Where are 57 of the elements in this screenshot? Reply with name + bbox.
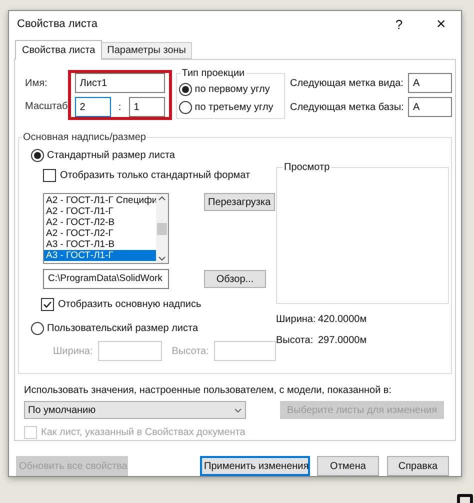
name-label: Имя: xyxy=(25,77,48,91)
window-title: Свойства листа xyxy=(17,17,98,32)
group-title: Тип проекции xyxy=(180,66,246,81)
list-item[interactable]: A2 - ГОСТ-Л2-Г xyxy=(44,228,156,239)
checkbox-label: Отобразить основную надпись xyxy=(58,298,202,312)
model-select[interactable]: По умолчанию xyxy=(24,401,246,419)
help-button[interactable]: ? xyxy=(389,14,409,34)
dialog-button[interactable]: Применить изменения xyxy=(200,456,310,476)
width-field[interactable] xyxy=(98,341,162,361)
chevron-down-icon xyxy=(234,408,242,412)
checkbox-label: Как лист, указанный в Свойствах документа xyxy=(41,426,246,440)
radio-label: Стандартный размер листа xyxy=(47,149,175,163)
dialog-button[interactable]: Отмена xyxy=(317,456,379,476)
list-item[interactable]: A3 - ГОСТ-Л1-В xyxy=(44,239,156,250)
tab[interactable]: Свойства листа xyxy=(15,40,102,60)
label-field[interactable]: A xyxy=(408,73,452,93)
checkbox[interactable] xyxy=(41,298,54,311)
reading-label: Высота: xyxy=(276,334,314,348)
height-label: Высота: xyxy=(172,344,209,358)
name-field[interactable]: Лист1 xyxy=(74,73,165,93)
reading-value: 420.0000м xyxy=(318,313,367,327)
checkbox-label: Отобразить только стандартный формат xyxy=(60,169,250,183)
scale-label: Масштаб xyxy=(25,100,68,114)
height-field[interactable] xyxy=(214,341,276,361)
checkbox[interactable] xyxy=(43,169,56,182)
use-values-label: Использовать значения, настроенные пользователем, с модели, показанной в: xyxy=(23,384,393,398)
scale-field[interactable]: 1 xyxy=(128,97,165,117)
list-item[interactable]: A3 - ГОСТ-Л1-Г xyxy=(44,250,156,261)
label-field[interactable]: A xyxy=(408,97,452,117)
radio-label: по третьему углу xyxy=(194,101,274,115)
scrollbar[interactable] xyxy=(156,194,168,263)
ratio-separator: : xyxy=(117,100,122,114)
group-title: Просмотр xyxy=(283,160,331,175)
scroll-thumb[interactable] xyxy=(157,222,167,234)
radio-label: Пользовательский размер листа xyxy=(47,322,198,336)
scroll-down-icon[interactable] xyxy=(158,256,166,261)
path-field[interactable]: C:\ProgramData\SolidWork xyxy=(43,269,169,289)
width-label: Ширина: xyxy=(53,344,93,358)
radio-label: по первому углу xyxy=(194,83,270,97)
reading-value: 297.0000м xyxy=(318,334,367,348)
field-label: Следующая метка вида: xyxy=(290,76,404,90)
close-button[interactable]: × xyxy=(431,12,451,36)
reload-button[interactable]: Перезагрузка xyxy=(204,193,275,211)
list-item[interactable]: A2 - ГОСТ-Л1-Г xyxy=(44,206,156,217)
radio-button[interactable] xyxy=(178,101,192,114)
browse-button[interactable]: Обзор... xyxy=(204,270,266,288)
reading-label: Ширина: xyxy=(276,313,317,327)
scale-field[interactable]: 2 xyxy=(74,97,111,117)
radio-button[interactable] xyxy=(178,83,192,96)
tab[interactable]: Параметры зоны xyxy=(102,42,192,59)
field-label: Следующая метка базы: xyxy=(290,100,405,114)
list-item[interactable]: A2 - ГОСТ-Л2-В xyxy=(44,217,156,228)
radio-button[interactable] xyxy=(31,149,44,162)
scroll-up-icon[interactable] xyxy=(158,196,166,201)
dialog-button[interactable]: Справка xyxy=(387,456,449,476)
radio-button[interactable] xyxy=(31,322,44,335)
group-title: Основная надпись/размер xyxy=(22,130,147,145)
